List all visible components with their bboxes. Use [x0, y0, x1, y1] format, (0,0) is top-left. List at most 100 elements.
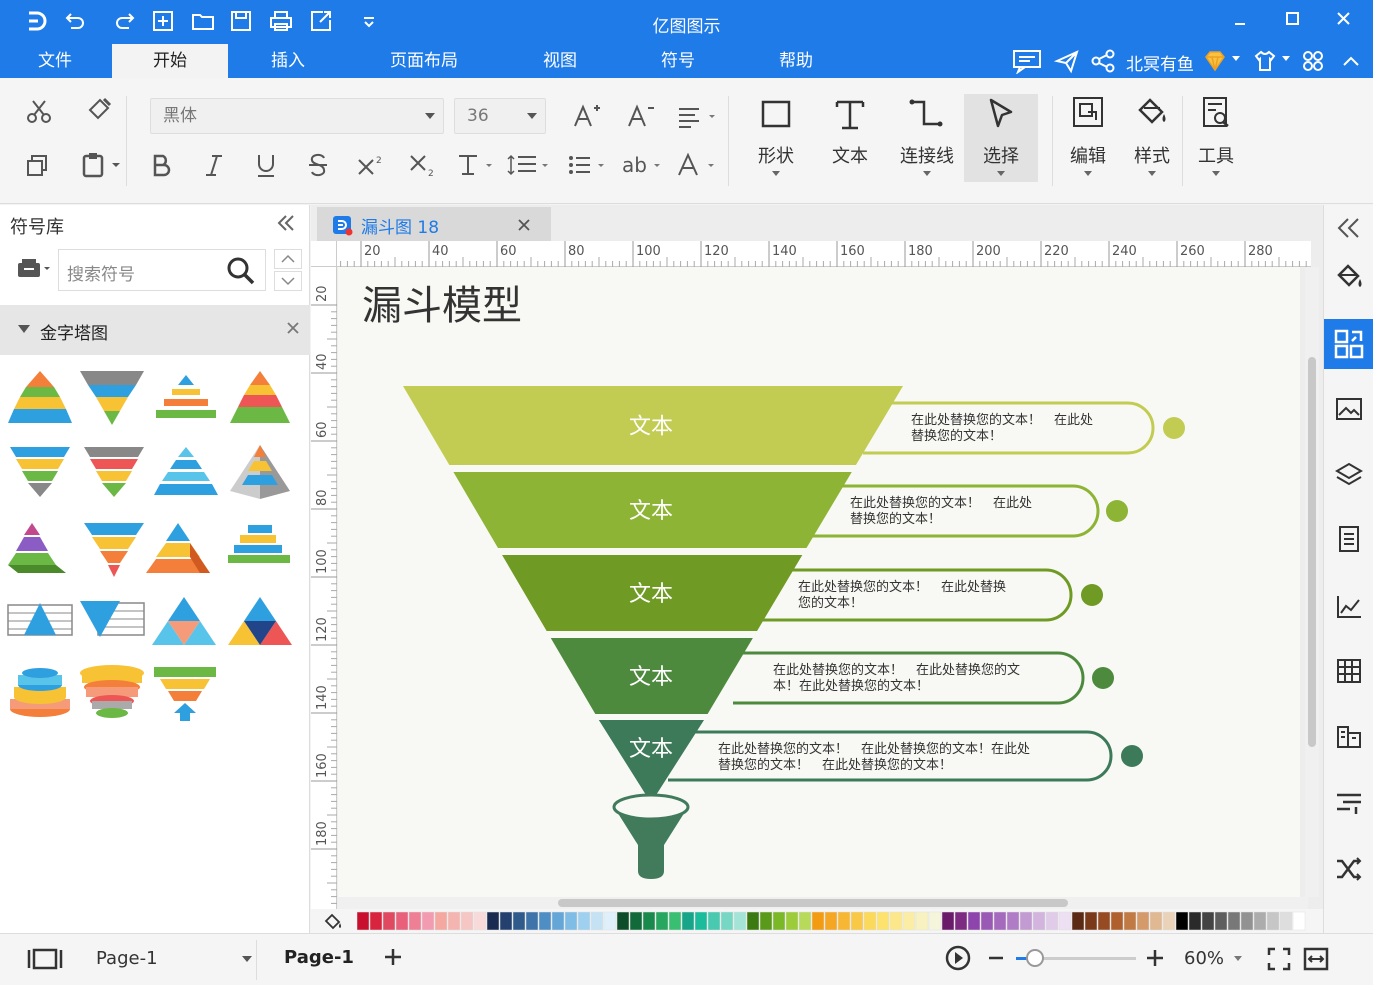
palette-swatch[interactable] — [1058, 911, 1072, 931]
palette-swatch[interactable] — [357, 911, 370, 931]
pyramid-symbol-2[interactable] — [156, 375, 216, 418]
palette-swatch[interactable] — [525, 911, 539, 931]
palette-swatch[interactable] — [733, 911, 747, 931]
page-panel-icon[interactable] — [1334, 525, 1364, 557]
palette-swatch[interactable] — [980, 911, 994, 931]
menu-insert[interactable]: 插入 — [240, 44, 336, 78]
funnel-arrow-symbol[interactable] — [154, 667, 216, 721]
funnel-level-label[interactable]: 文本 — [629, 499, 673, 524]
menu-symbol[interactable]: 符号 — [630, 44, 726, 78]
palette-swatch[interactable] — [681, 911, 695, 931]
funnel-description-line2[interactable]: 替换您的文本！ — [911, 428, 1002, 444]
palette-swatch[interactable] — [1279, 911, 1293, 931]
funnel-callout-dot[interactable] — [1081, 584, 1103, 606]
palette-swatch[interactable] — [772, 911, 786, 931]
palette-swatch[interactable] — [1045, 911, 1059, 931]
palette-swatch[interactable] — [928, 911, 942, 931]
palette-swatch[interactable] — [889, 911, 903, 931]
palette-swatch[interactable] — [746, 911, 760, 931]
theme-shirt-icon[interactable] — [1252, 48, 1278, 74]
pyramid-symbol-3[interactable] — [230, 371, 290, 423]
palette-swatch[interactable] — [837, 911, 851, 931]
image-panel-icon[interactable] — [1334, 395, 1364, 427]
fill-bucket-icon[interactable] — [323, 912, 343, 934]
apps-grid-icon[interactable] — [1300, 48, 1326, 74]
palette-swatch[interactable] — [668, 911, 682, 931]
triangle-segments-color-symbol[interactable] — [228, 597, 292, 645]
collapse-panel-icon[interactable] — [274, 211, 298, 239]
inverted-pyramid-symbol-2[interactable] — [10, 447, 70, 497]
palette-swatch[interactable] — [967, 911, 981, 931]
text-style-icon[interactable] — [456, 152, 500, 178]
paste-icon[interactable] — [80, 150, 124, 180]
funnel-level-label[interactable]: 文本 — [629, 582, 673, 607]
underline-icon[interactable] — [254, 152, 278, 178]
category-header-pyramid[interactable]: 金字塔图 — [0, 305, 310, 355]
funnel-level-label[interactable]: 文本 — [629, 665, 673, 690]
decrease-font-icon[interactable] — [626, 102, 656, 130]
palette-swatch[interactable] — [1006, 911, 1020, 931]
funnel-description-line1[interactable]: 在此处替换您的文本！ 在此处 — [850, 495, 1032, 511]
org-panel-icon[interactable] — [1334, 723, 1364, 755]
page-select-dropdown-icon[interactable] — [242, 956, 252, 962]
funnel-description-line2[interactable]: 您的文本！ — [798, 595, 863, 611]
palette-swatch[interactable] — [538, 911, 552, 931]
stacked-bars-symbol[interactable] — [228, 525, 290, 563]
theme-dropdown-icon[interactable] — [1282, 56, 1290, 61]
user-dropdown-icon[interactable] — [1232, 56, 1240, 61]
close-category-icon[interactable] — [284, 319, 302, 341]
increase-font-icon[interactable] — [572, 102, 602, 130]
inverted-pyramid-symbol-1[interactable] — [80, 371, 144, 425]
horizontal-scroll-thumb[interactable] — [558, 899, 1068, 907]
layers-panel-icon[interactable] — [1334, 461, 1364, 493]
library-menu-icon[interactable] — [16, 257, 56, 285]
expand-right-panel-icon[interactable] — [1334, 215, 1364, 245]
maximize-button[interactable] — [1278, 8, 1306, 32]
palette-swatch[interactable] — [1175, 911, 1189, 931]
palette-swatch[interactable] — [941, 911, 955, 931]
edit-tool-button[interactable]: 编辑 — [1058, 94, 1118, 182]
funnel-callout-dot[interactable] — [1092, 667, 1114, 689]
palette-swatch[interactable] — [408, 911, 422, 931]
palette-swatch[interactable] — [1084, 911, 1098, 931]
palette-swatch[interactable] — [1149, 911, 1163, 931]
palette-swatch[interactable] — [902, 911, 916, 931]
line-spacing-icon[interactable] — [506, 152, 554, 178]
menu-home[interactable]: 开始 — [112, 44, 228, 78]
palette-swatch[interactable] — [1240, 911, 1254, 931]
comment-icon[interactable] — [1012, 48, 1042, 74]
palette-swatch[interactable] — [603, 911, 617, 931]
shape-tool-button[interactable]: 形状 — [744, 94, 808, 182]
palette-swatch[interactable] — [785, 911, 799, 931]
pyramid-symbol-1[interactable] — [8, 371, 72, 423]
minimize-button[interactable] — [1226, 8, 1254, 32]
italic-icon[interactable] — [202, 152, 226, 178]
triangle-segments-symbol[interactable] — [152, 597, 216, 645]
text-case-icon[interactable]: ab — [620, 152, 666, 178]
funnel-callout-dot[interactable] — [1121, 745, 1143, 767]
palette-swatch[interactable] — [915, 911, 929, 931]
funnel-level-label[interactable]: 文本 — [629, 415, 673, 440]
palette-swatch[interactable] — [759, 911, 773, 931]
cut-icon[interactable] — [24, 98, 54, 126]
palette-swatch[interactable] — [1162, 911, 1176, 931]
close-tab-icon[interactable] — [517, 217, 531, 236]
palette-swatch[interactable] — [473, 911, 487, 931]
palette-swatch[interactable] — [486, 911, 500, 931]
palette-swatch[interactable] — [655, 911, 669, 931]
scroll-up-button[interactable] — [274, 249, 302, 269]
horizontal-scrollbar[interactable] — [338, 897, 1308, 909]
palette-swatch[interactable] — [811, 911, 825, 931]
zoom-slider-thumb[interactable] — [1026, 949, 1044, 967]
palette-swatch[interactable] — [499, 911, 513, 931]
drawing-page[interactable]: 漏斗模型 文本 在此处替换您的文本！ 在此处 替换您的文本！ 文本 在此处替换您的文本！… — [338, 267, 1300, 897]
palette-swatch[interactable] — [824, 911, 838, 931]
palette-swatch[interactable] — [616, 911, 630, 931]
palette-swatch[interactable] — [1292, 911, 1306, 931]
palette-swatch[interactable] — [1071, 911, 1085, 931]
zoom-dropdown-icon[interactable] — [1234, 956, 1242, 961]
palette-swatch[interactable] — [876, 911, 890, 931]
funnel-description-line2[interactable]: 本！在此处替换您的文本！ — [773, 678, 929, 694]
collapse-ribbon-icon[interactable] — [1338, 48, 1364, 74]
palette-swatch[interactable] — [629, 911, 643, 931]
